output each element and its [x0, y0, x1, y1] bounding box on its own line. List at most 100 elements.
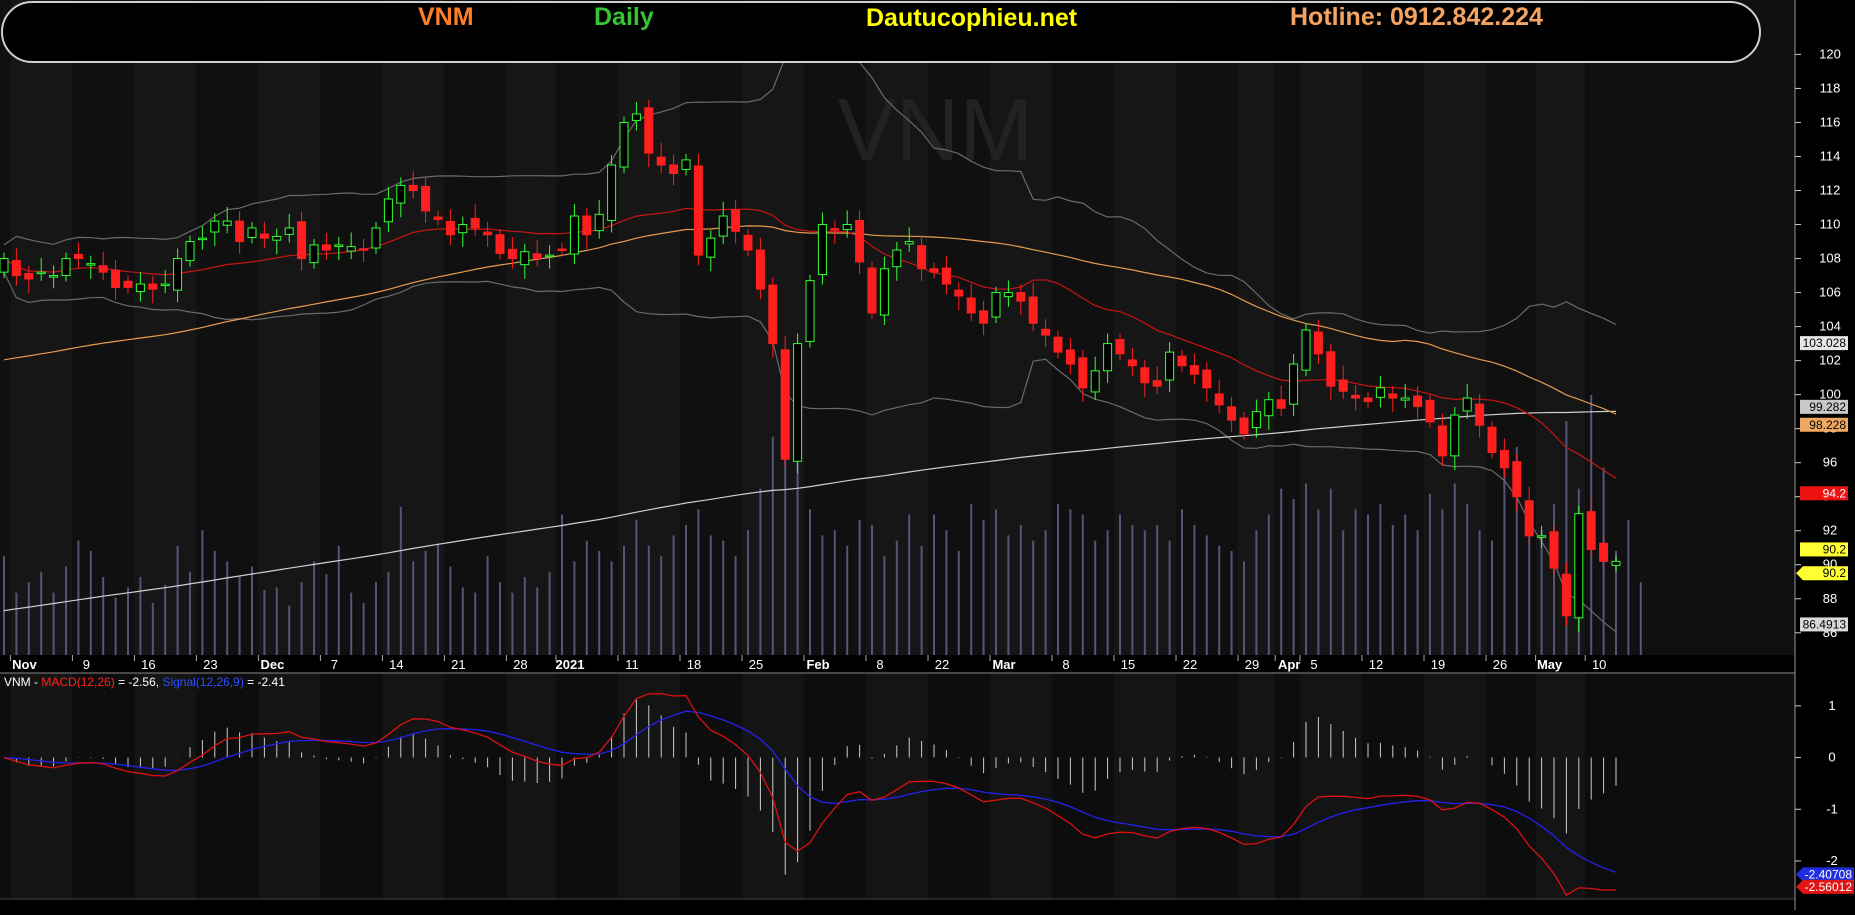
macd-legend-symbol: VNM: [4, 675, 31, 689]
candle-down: [830, 228, 840, 231]
candle-up: [222, 220, 232, 226]
candle-up: [135, 283, 145, 293]
price-tick-label: 110: [1820, 217, 1841, 232]
candle-down: [111, 269, 121, 288]
candle-up: [334, 244, 344, 247]
price-bg-band: [444, 0, 507, 655]
candle-down: [321, 244, 331, 251]
price-tick-label: 88: [1823, 591, 1837, 606]
price-tick-label: 120: [1819, 46, 1841, 61]
macd-legend-macd-name: MACD(12,26): [41, 675, 114, 689]
candle-down: [644, 107, 654, 154]
candle-down: [1326, 351, 1336, 387]
price-bg-band: [196, 0, 259, 655]
candle-up: [210, 220, 220, 233]
macd-tick-label: 1: [1828, 698, 1835, 713]
candle-down: [1524, 500, 1534, 537]
candle-down: [1053, 336, 1063, 353]
candle-down: [1413, 395, 1423, 408]
candle-up: [879, 268, 889, 316]
header-hotline: Hotline: 0912.842.224: [1290, 3, 1543, 31]
candle-down: [1363, 397, 1373, 402]
price-bg-band: [10, 0, 73, 655]
date-tick-label: 12: [1369, 657, 1383, 672]
candle-up: [1462, 397, 1472, 412]
candle-down: [1437, 425, 1447, 457]
macd-bg-band: [1486, 673, 1536, 899]
candle-up: [793, 343, 803, 462]
macd-legend-signal-value: = -2.41: [247, 675, 285, 689]
candle-up: [631, 113, 641, 121]
date-tick-label: 9: [83, 657, 90, 672]
candle-up: [569, 215, 579, 255]
macd-bg-band: [320, 673, 383, 899]
date-tick-label: 15: [1121, 657, 1135, 672]
date-tick-label: Mar: [992, 657, 1015, 672]
candle-down: [1475, 403, 1485, 426]
candle-down: [656, 156, 666, 166]
candle-up: [619, 121, 629, 168]
candle-down: [1561, 573, 1571, 617]
candle-down: [1586, 511, 1596, 550]
candle-down: [1152, 380, 1162, 387]
macd-bg-band: [804, 673, 866, 899]
price-tick-label: 118: [1820, 80, 1841, 95]
candle-up: [1103, 343, 1113, 372]
price-bg-band: [0, 0, 11, 655]
candle-down: [408, 184, 418, 192]
candle-down: [24, 273, 34, 280]
candle-down: [755, 249, 765, 290]
candle-up: [1264, 399, 1274, 417]
candle-down: [1189, 365, 1199, 375]
price-bg-band: [382, 0, 445, 655]
price-bg-band: [72, 0, 135, 655]
price-tick-label: 116: [1820, 114, 1841, 129]
date-tick-label: Apr: [1278, 657, 1300, 672]
macd-bg-band: [258, 673, 321, 899]
price-tick-label: 92: [1823, 523, 1837, 538]
candle-up: [49, 275, 59, 278]
price-bg-band: [258, 0, 321, 655]
candle-down: [780, 349, 790, 460]
macd-label-macd: -2.56012: [1805, 880, 1853, 894]
candle-down: [743, 234, 753, 251]
candle-up: [272, 235, 282, 241]
candle-down: [979, 310, 989, 324]
macd-bg-band: [866, 673, 928, 899]
candle-up: [904, 241, 914, 245]
macd-legend-macd-value: = -2.56,: [118, 675, 159, 689]
date-tick-label: Feb: [806, 657, 829, 672]
label-upper-band: 99.282: [1809, 400, 1846, 414]
date-tick-label: 14: [389, 657, 403, 672]
candle-down: [1065, 349, 1075, 365]
date-tick-label: 2021: [556, 657, 585, 672]
macd-bg-band: [1275, 673, 1300, 899]
candle-down: [1016, 292, 1026, 302]
candle-up: [1375, 387, 1385, 398]
candle-up: [594, 213, 604, 232]
candle-up: [1301, 329, 1311, 371]
candle-down: [1499, 449, 1509, 469]
macd-bg-band: [1535, 673, 1586, 899]
macd-bg-band: [1238, 673, 1276, 899]
date-tick-label: 19: [1431, 657, 1445, 672]
candle-down: [1239, 417, 1249, 435]
candle-up: [842, 224, 852, 231]
candle-up: [1574, 513, 1584, 619]
macd-bg-band: [1362, 673, 1424, 899]
candle-up: [805, 280, 815, 343]
macd-bg-band: [134, 673, 197, 899]
candle-down: [917, 245, 927, 270]
candle-down: [532, 253, 542, 260]
candle-up: [86, 263, 96, 266]
date-tick-label: 22: [1183, 657, 1197, 672]
candle-down: [148, 283, 158, 290]
macd-bg-band: [10, 673, 73, 899]
candle-down: [359, 248, 369, 251]
candle-up: [160, 283, 170, 287]
candle-down: [11, 260, 21, 277]
candle-down: [1028, 296, 1038, 324]
date-tick-label: 23: [203, 657, 217, 672]
candle-down: [445, 220, 455, 236]
candle-down: [1599, 542, 1609, 562]
